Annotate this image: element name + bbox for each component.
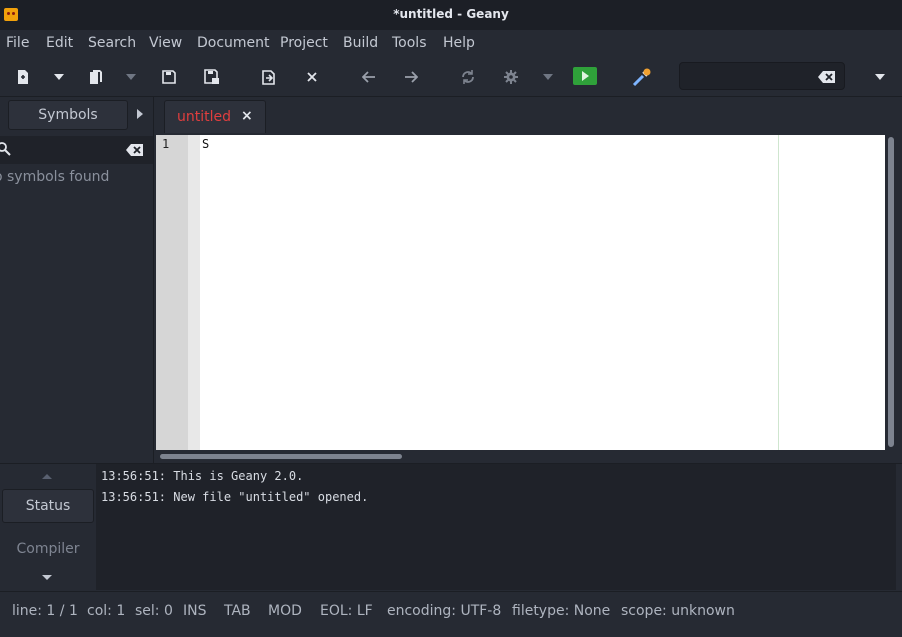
menu-build[interactable]: Build — [343, 35, 378, 51]
status-message-line: 13:56:51: This is Geany 2.0. — [101, 469, 304, 483]
clear-symbol-search-icon[interactable] — [126, 143, 144, 157]
clear-search-icon[interactable] — [818, 69, 836, 88]
toolbar-overflow-icon[interactable] — [869, 66, 891, 88]
line-number: 1 — [162, 137, 170, 151]
menu-search[interactable]: Search — [88, 35, 136, 51]
editor-vertical-scrollbar[interactable] — [886, 135, 896, 450]
menu-project[interactable]: Project — [280, 35, 328, 51]
revert-icon[interactable] — [258, 66, 280, 88]
forward-icon[interactable] — [400, 66, 422, 88]
status-scope: scope: unknown — [621, 603, 735, 619]
fold-margin[interactable] — [188, 135, 200, 450]
save-icon[interactable] — [158, 66, 180, 88]
status-message-line: 13:56:51: New file "untitled" opened. — [101, 490, 369, 504]
toolbar-search-input[interactable] — [679, 62, 845, 90]
code-line[interactable]: S — [202, 137, 209, 151]
status-line: line: 1 / 1 — [12, 603, 78, 619]
recent-files-icon[interactable] — [120, 66, 142, 88]
scroll-tabs-down-icon[interactable] — [42, 575, 52, 580]
open-file-icon[interactable] — [85, 66, 107, 88]
horizontal-scrollbar-thumb[interactable] — [160, 454, 402, 459]
scroll-tabs-up-icon[interactable] — [42, 474, 52, 479]
menu-document[interactable]: Document — [197, 35, 270, 51]
menu-edit[interactable]: Edit — [46, 35, 73, 51]
status-messages: 13:56:51: This is Geany 2.0. 13:56:51: N… — [96, 464, 896, 590]
tab-compiler[interactable]: Compiler — [2, 534, 94, 564]
message-tabs: Status Compiler — [0, 464, 96, 592]
symbols-empty-message: o symbols found — [0, 169, 110, 185]
compile-icon[interactable] — [457, 66, 479, 88]
menu-file[interactable]: File — [6, 35, 29, 51]
build-menu-icon[interactable] — [537, 66, 559, 88]
status-encoding: encoding: UTF-8 — [387, 603, 502, 619]
title-bar: *untitled - Geany — [0, 0, 902, 30]
long-line-marker — [778, 135, 779, 450]
status-mod: MOD — [268, 603, 302, 619]
menu-tools[interactable]: Tools — [392, 35, 427, 51]
status-sel: sel: 0 — [135, 603, 173, 619]
status-tab: TAB — [224, 603, 251, 619]
status-eol: EOL: LF — [320, 603, 373, 619]
run-icon[interactable] — [573, 67, 597, 85]
status-filetype: filetype: None — [512, 603, 611, 619]
tab-close-icon[interactable]: × — [241, 108, 253, 124]
tab-symbols[interactable]: Symbols — [8, 100, 128, 130]
tab-untitled-label: untitled — [177, 109, 232, 125]
back-icon[interactable] — [358, 66, 380, 88]
build-icon[interactable] — [500, 66, 522, 88]
menu-view[interactable]: View — [149, 35, 182, 51]
color-chooser-icon[interactable] — [631, 66, 653, 88]
window-title: *untitled - Geany — [393, 7, 509, 21]
save-all-icon[interactable] — [201, 66, 223, 88]
tab-status[interactable]: Status — [2, 489, 94, 523]
sidebar: Symbols o symbols found — [0, 97, 154, 463]
message-panel: Status Compiler 13:56:51: This is Geany … — [0, 463, 902, 592]
status-bar: line: 1 / 1 col: 1 sel: 0 INS TAB MOD EO… — [0, 591, 902, 637]
sidebar-next-tab-icon[interactable] — [137, 109, 143, 119]
search-icon — [0, 142, 11, 156]
menu-bar: File Edit Search View Document Project B… — [0, 30, 902, 58]
vertical-scrollbar-thumb[interactable] — [888, 137, 894, 447]
status-col: col: 1 — [87, 603, 126, 619]
menu-help[interactable]: Help — [443, 35, 475, 51]
status-ins: INS — [183, 603, 207, 619]
editor-horizontal-scrollbar[interactable] — [156, 450, 885, 462]
editor-tab-bar: untitled × — [154, 97, 902, 134]
code-editor[interactable]: 1 S — [156, 135, 885, 450]
close-icon[interactable] — [301, 66, 323, 88]
tab-untitled[interactable]: untitled × — [164, 100, 266, 133]
line-number-gutter: 1 — [156, 135, 188, 450]
symbol-search-input[interactable] — [0, 136, 153, 164]
new-file-icon[interactable] — [12, 66, 34, 88]
new-from-template-icon[interactable] — [48, 66, 70, 88]
